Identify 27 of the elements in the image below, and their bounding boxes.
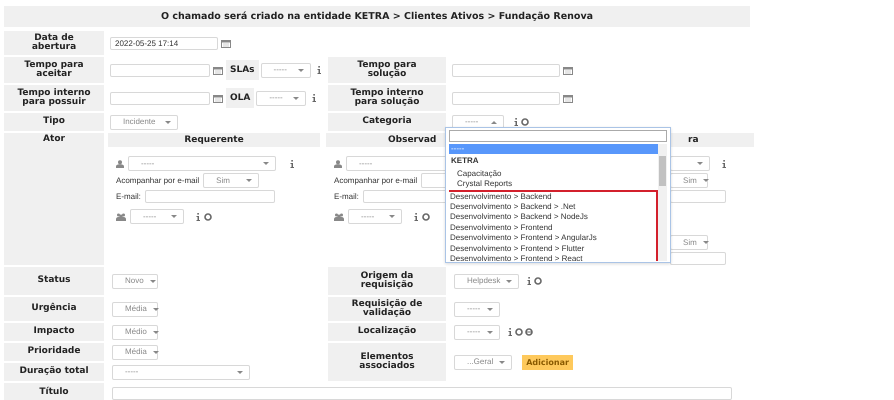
field-label: Tempo interno para possuir bbox=[4, 85, 104, 111]
email-label: E-mail: bbox=[334, 190, 359, 202]
column-heading: Requerente bbox=[108, 133, 320, 147]
email-label: E-mail: bbox=[116, 190, 141, 202]
field-label: Tempo para solução bbox=[328, 57, 446, 83]
field-label: Ator bbox=[4, 133, 104, 265]
field-label: Tempo interno para solução bbox=[328, 85, 446, 111]
field-label: Requisição de validação bbox=[328, 297, 446, 321]
follow-label: Acompanhar por e-mail bbox=[116, 174, 200, 186]
field-label: Origem da requisição bbox=[328, 267, 446, 295]
group-heading: KETRA bbox=[450, 155, 480, 168]
field-label: Status bbox=[4, 267, 104, 295]
sla-label: SLAs bbox=[226, 60, 259, 80]
field-label: Impacto bbox=[4, 323, 104, 341]
field-label: Localização bbox=[328, 323, 446, 341]
field-label: Elementos associados bbox=[328, 343, 446, 381]
field-label: Prioridade bbox=[4, 343, 104, 361]
field-label: Data de abertura bbox=[4, 31, 104, 55]
field-label: Tipo bbox=[4, 113, 104, 131]
follow-label: Acompanhar por e-mail bbox=[334, 174, 418, 186]
sla-label: OLA bbox=[226, 88, 254, 108]
field-label: Título bbox=[4, 383, 104, 400]
field-label: Urgência bbox=[4, 297, 104, 321]
entity-banner: O chamado será criado na entidade KETRA > Clientes Ativos > Fundação Renova bbox=[4, 6, 750, 27]
field-label: Tempo para aceitar bbox=[4, 57, 104, 83]
field-label: Categoria bbox=[328, 113, 446, 131]
field-label: Duração total bbox=[4, 363, 104, 381]
